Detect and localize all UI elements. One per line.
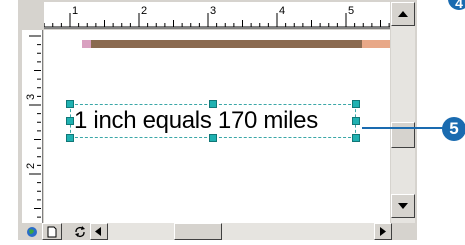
ruler-label-3: 3 (210, 5, 217, 17)
refresh-button[interactable] (70, 223, 90, 240)
refresh-icon (75, 226, 85, 237)
selection-handle-bottom-left[interactable] (66, 134, 74, 142)
selection-handle-right[interactable] (352, 117, 360, 125)
horizontal-scroll-track[interactable] (108, 223, 374, 240)
horizontal-scroll-thumb[interactable] (174, 223, 222, 240)
scroll-left-button[interactable] (90, 223, 108, 240)
page-icon (47, 226, 57, 238)
scroll-down-button[interactable] (391, 194, 415, 218)
vertical-scroll-thumb[interactable] (391, 122, 415, 148)
map-frame-strip-peach (362, 40, 390, 48)
ruler-label-1: 1 (72, 5, 79, 17)
selection-handle-left[interactable] (66, 117, 74, 125)
layout-view-button[interactable] (42, 223, 62, 240)
globe-icon (27, 227, 37, 237)
map-frame-strip-pink (82, 40, 91, 48)
selection-handle-top-right[interactable] (352, 100, 360, 108)
scroll-right-button[interactable] (374, 223, 392, 240)
triangle-left-icon (95, 227, 101, 236)
triangle-down-icon (398, 203, 408, 209)
vruler-label-3: 3 (25, 93, 37, 100)
scale-text[interactable]: 1 inch equals 170 miles (74, 107, 318, 135)
vertical-ruler-ticks (29, 35, 41, 218)
step-5-callout: 5 (442, 117, 465, 141)
map-frame-strip (82, 40, 390, 48)
horizontal-ruler-ticks (44, 13, 390, 28)
selection-handle-top-left[interactable] (66, 100, 74, 108)
bottom-toolbar (22, 223, 417, 240)
ruler-label-2: 2 (141, 5, 148, 17)
ruler-corner (22, 2, 42, 28)
triangle-up-icon (398, 11, 408, 17)
step-4-callout: 4 (448, 0, 465, 11)
vruler-label-2: 2 (25, 162, 37, 169)
selection-handle-top[interactable] (209, 100, 217, 108)
callout-leader-line (362, 127, 444, 129)
selection-handle-bottom-right[interactable] (352, 134, 360, 142)
horizontal-ruler: 1 2 3 4 5 (44, 2, 390, 29)
selection-handle-bottom[interactable] (209, 134, 217, 142)
scroll-up-button[interactable] (391, 2, 415, 26)
vertical-scrollbar[interactable] (391, 2, 415, 223)
vertical-ruler: 3 2 1 (22, 30, 43, 238)
triangle-right-icon (380, 227, 386, 236)
ruler-label-5: 5 (348, 5, 355, 17)
ruler-label-4: 4 (279, 5, 286, 17)
data-view-button[interactable] (24, 224, 42, 239)
